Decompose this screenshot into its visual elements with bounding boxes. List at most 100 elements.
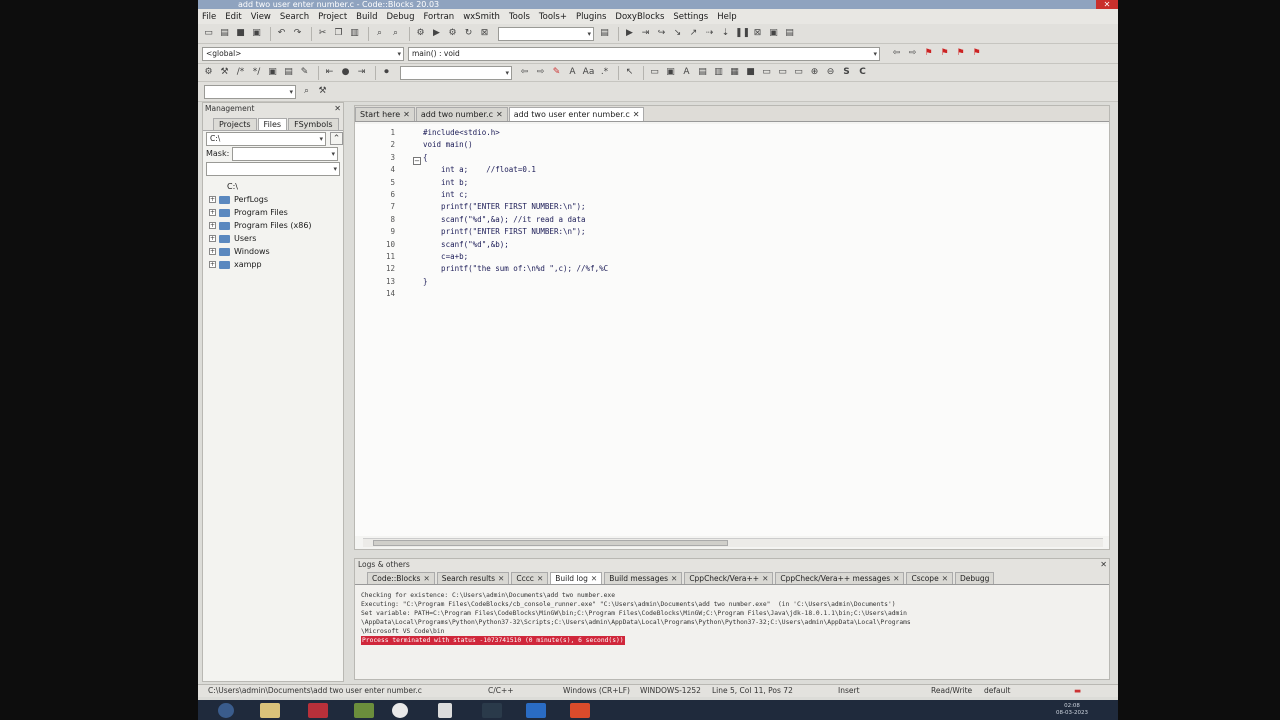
- code-editor[interactable]: − 1 #include<stdio.h> 2 void main() 3{4 int …: [355, 124, 1109, 536]
- widget-frame-icon[interactable]: ▭: [648, 66, 661, 79]
- menu-help[interactable]: Help: [717, 12, 736, 22]
- tab-cppcheck-messages[interactable]: CppCheck/Vera++ messages ✕: [775, 572, 905, 584]
- up-folder-icon[interactable]: ⌃: [330, 132, 343, 145]
- paste-icon[interactable]: ▥: [348, 27, 361, 40]
- widget-list-icon[interactable]: ▤: [696, 66, 709, 79]
- debugger-combo[interactable]: [204, 84, 296, 99]
- symbol-s-icon[interactable]: S: [840, 66, 853, 79]
- menu-tools-plus[interactable]: Tools+: [539, 12, 567, 22]
- target-options-icon[interactable]: ▤: [598, 27, 611, 40]
- path-combo[interactable]: C:\: [206, 131, 326, 146]
- close-icon[interactable]: ✕: [671, 574, 677, 583]
- expand-icon[interactable]: +: [209, 196, 216, 203]
- menu-doxyblocks[interactable]: DoxyBlocks: [615, 12, 664, 22]
- code-line[interactable]: 14: [355, 288, 1055, 300]
- tab-cscope[interactable]: Cscope ✕: [906, 572, 953, 584]
- scope-combo[interactable]: <global>: [202, 46, 404, 61]
- code-line[interactable]: 5 int b;: [355, 177, 1055, 189]
- step-out-icon[interactable]: ↗: [687, 27, 700, 40]
- next-bookmark-icon[interactable]: ⚑: [954, 47, 967, 60]
- next-line-icon[interactable]: ↪: [655, 27, 668, 40]
- chrome-icon[interactable]: [392, 703, 408, 718]
- jump-back-icon[interactable]: ⇦: [890, 47, 903, 60]
- widget-box3-icon[interactable]: ▭: [792, 66, 805, 79]
- debugger-tool-icon[interactable]: ⚒: [316, 85, 329, 98]
- goto-next-icon[interactable]: ⇥: [355, 66, 368, 79]
- tree-root[interactable]: C:\: [203, 180, 343, 193]
- lync-icon[interactable]: [526, 703, 546, 718]
- pointer-icon[interactable]: ↖: [623, 66, 636, 79]
- uncomment-icon[interactable]: */: [250, 66, 263, 79]
- goto-prev-icon[interactable]: ⇤: [323, 66, 336, 79]
- document-icon[interactable]: [438, 703, 452, 718]
- cut-icon[interactable]: ✂: [316, 27, 329, 40]
- start-button-icon[interactable]: [218, 703, 234, 718]
- menu-search[interactable]: Search: [280, 12, 309, 22]
- mask-combo[interactable]: [232, 146, 338, 161]
- close-icon[interactable]: ✕: [334, 103, 341, 115]
- widget-grid-icon[interactable]: ▦: [728, 66, 741, 79]
- expand-icon[interactable]: +: [209, 235, 216, 242]
- code-line[interactable]: 1 #include<stdio.h>: [355, 127, 1055, 139]
- toggle-bookmark-icon[interactable]: ⚑: [922, 47, 935, 60]
- tree-item-program-files-x86[interactable]: + Program Files (x86): [203, 219, 343, 232]
- menu-edit[interactable]: Edit: [225, 12, 241, 22]
- match-case-icon[interactable]: Aa: [582, 66, 595, 79]
- replace-icon[interactable]: ⌕: [389, 27, 402, 40]
- copy-icon[interactable]: ❐: [332, 27, 345, 40]
- menu-fortran[interactable]: Fortran: [423, 12, 454, 22]
- run-icon[interactable]: ▶: [430, 27, 443, 40]
- build-target-combo[interactable]: [498, 26, 594, 41]
- goto-mark-icon[interactable]: ●: [339, 66, 352, 79]
- tab-build-messages[interactable]: Build messages ✕: [604, 572, 683, 584]
- tree-item-program-files[interactable]: + Program Files: [203, 206, 343, 219]
- find-icon[interactable]: ⌕: [373, 27, 386, 40]
- stop-debug-icon[interactable]: ⊠: [751, 27, 764, 40]
- code-line[interactable]: 11 c=a+b;: [355, 251, 1055, 263]
- expand-icon[interactable]: +: [209, 222, 216, 229]
- regex-icon[interactable]: .*: [598, 66, 611, 79]
- build-and-run-icon[interactable]: ⚙: [446, 27, 459, 40]
- debug-windows-icon[interactable]: ▣: [767, 27, 780, 40]
- close-icon[interactable]: ✕: [762, 574, 768, 583]
- media-app-icon[interactable]: [308, 703, 328, 718]
- tab-fsymbols[interactable]: FSymbols: [288, 118, 339, 130]
- rebuild-icon[interactable]: ↻: [462, 27, 475, 40]
- abort-build-icon[interactable]: ⊠: [478, 27, 491, 40]
- record-macro-icon[interactable]: ⏺: [380, 66, 393, 79]
- menu-plugins[interactable]: Plugins: [576, 12, 606, 22]
- expand-icon[interactable]: +: [209, 261, 216, 268]
- open-file-icon[interactable]: ▤: [218, 27, 231, 40]
- debug-info-icon[interactable]: ▤: [783, 27, 796, 40]
- tab-add-two-user-enter-number[interactable]: add two user enter number.c ✕: [508, 107, 645, 121]
- tool-wrench-icon[interactable]: ✎: [298, 66, 311, 79]
- search-combo[interactable]: [400, 65, 512, 80]
- save-all-icon[interactable]: ▣: [250, 27, 263, 40]
- comment-icon[interactable]: /*: [234, 66, 247, 79]
- selected-text-icon[interactable]: A: [566, 66, 579, 79]
- menu-project[interactable]: Project: [318, 12, 347, 22]
- close-icon[interactable]: ✕: [893, 574, 899, 583]
- menu-build[interactable]: Build: [356, 12, 377, 22]
- new-file-icon[interactable]: ▭: [202, 27, 215, 40]
- jump-forward-icon[interactable]: ⇨: [906, 47, 919, 60]
- build-gear-icon[interactable]: ⚙: [414, 27, 427, 40]
- menu-view[interactable]: View: [251, 12, 271, 22]
- step-into-icon[interactable]: ↘: [671, 27, 684, 40]
- tab-build-log[interactable]: Build log ✕: [550, 572, 603, 584]
- code-line[interactable]: 10 scanf("%d",&b);: [355, 239, 1055, 251]
- widget-block-icon[interactable]: ■: [744, 66, 757, 79]
- code-line[interactable]: 7 printf("ENTER FIRST NUMBER:\n");: [355, 201, 1055, 213]
- run-to-cursor-icon[interactable]: ⇥: [639, 27, 652, 40]
- code-line[interactable]: 13}: [355, 276, 1055, 288]
- function-combo[interactable]: main() : void: [408, 46, 880, 61]
- tab-projects[interactable]: Projects: [213, 118, 257, 130]
- widget-combo-icon[interactable]: ▥: [712, 66, 725, 79]
- menu-wxsmith[interactable]: wxSmith: [463, 12, 500, 22]
- menu-debug[interactable]: Debug: [387, 12, 415, 22]
- code-line[interactable]: 8 scanf("%d",&a); //it read a data: [355, 214, 1055, 226]
- search-forward-icon[interactable]: ⇨: [534, 66, 547, 79]
- widget-text-icon[interactable]: A: [680, 66, 693, 79]
- tab-codeblocks-log[interactable]: Code::Blocks ✕: [367, 572, 435, 584]
- file-explorer-icon[interactable]: [260, 703, 280, 718]
